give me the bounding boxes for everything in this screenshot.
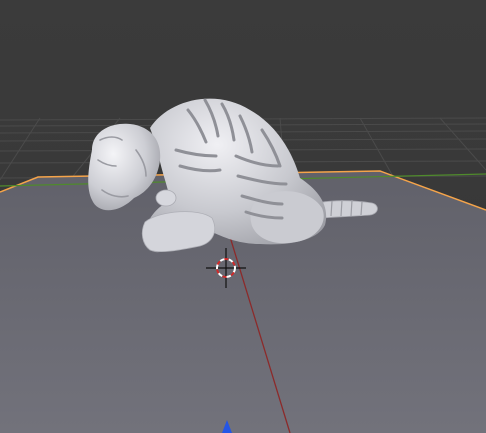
3d-viewport[interactable]: [0, 0, 486, 433]
viewport-canvas[interactable]: [0, 0, 486, 433]
